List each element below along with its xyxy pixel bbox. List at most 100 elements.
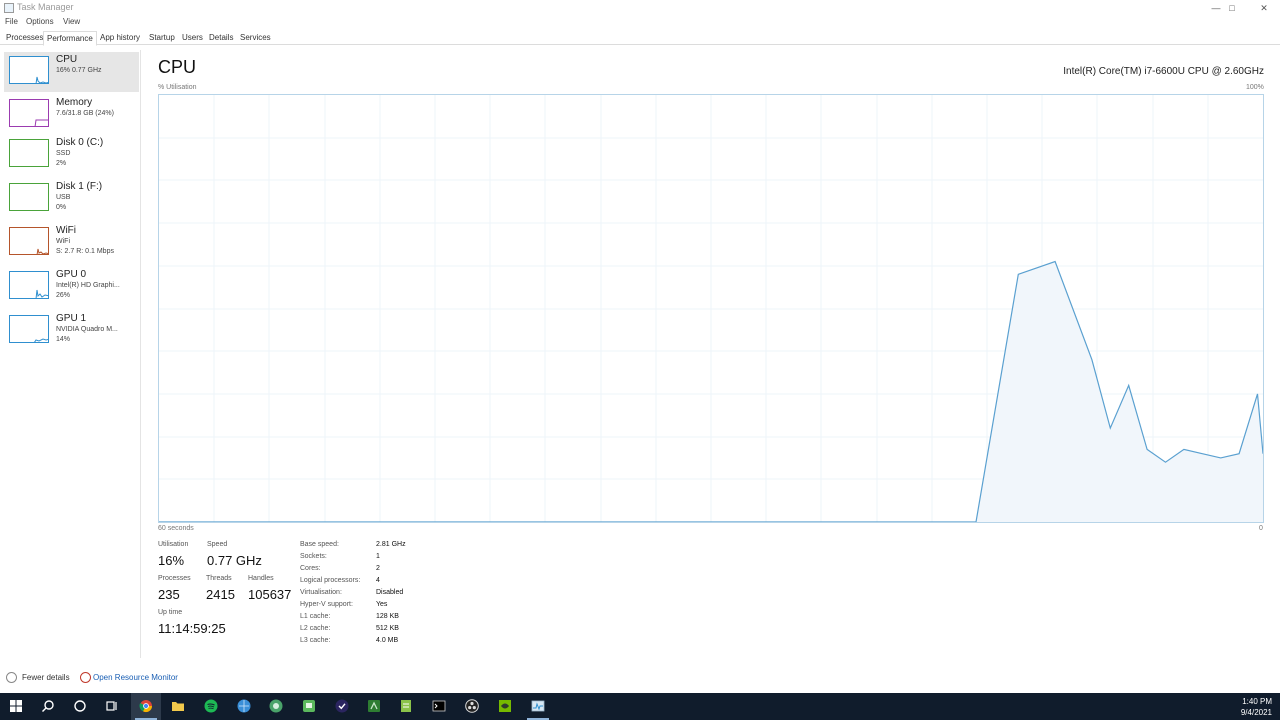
cortana-icon[interactable] <box>73 699 87 713</box>
sidebar-item-detail: SSD <box>56 150 71 157</box>
sidebar-item-detail: 7.6/31.8 GB (24%) <box>56 110 114 117</box>
sidebar-item-label: Disk 1 (F:) <box>56 181 103 192</box>
detail-key: Logical processors: <box>300 577 361 584</box>
app-purple-icon[interactable] <box>335 699 349 713</box>
utilisation-value: 16% <box>158 553 185 568</box>
performance-sidebar: CPU 16% 0.77 GHz Memory 7.6/31.8 GB (24%… <box>0 50 141 658</box>
network-icon[interactable] <box>269 699 283 713</box>
app-green2-icon[interactable] <box>367 699 381 713</box>
page-title: CPU <box>158 57 197 77</box>
maximize-button[interactable]: □ <box>1216 0 1248 16</box>
detail-value: Disabled <box>376 589 404 596</box>
menu-file[interactable]: File <box>5 17 18 26</box>
handles-label: Handles <box>248 575 274 582</box>
sidebar-item-label: CPU <box>56 54 78 65</box>
terminal-icon[interactable] <box>432 699 446 713</box>
tab-performance[interactable]: Performance <box>43 31 97 46</box>
window-title: Task Manager <box>17 2 74 12</box>
sidebar-item-detail: USB <box>56 194 71 201</box>
detail-value: 512 KB <box>376 625 399 632</box>
uptime-value: 11:14:59:25 <box>158 621 226 636</box>
sidebar-item-detail: 16% 0.77 GHz <box>56 67 102 74</box>
clock-date: 9/4/2021 <box>1240 708 1272 717</box>
app-green-icon[interactable] <box>302 699 316 713</box>
wifi-thumbnail-graph <box>9 227 49 255</box>
detail-key: Cores: <box>300 565 321 572</box>
open-resource-monitor-link[interactable]: Open Resource Monitor <box>93 673 178 682</box>
graph-x-min-label: 0 <box>1259 525 1263 532</box>
sidebar-item-label: Memory <box>56 97 93 108</box>
processes-label: Processes <box>158 575 191 582</box>
sidebar-item-disk-1[interactable]: Disk 1 (F:) USB 0% <box>4 179 139 219</box>
tab-processes[interactable]: Processes <box>3 31 46 45</box>
threads-label: Threads <box>206 575 232 582</box>
sidebar-item-detail: 2% <box>56 160 67 167</box>
detail-value: 4 <box>376 577 380 584</box>
tab-app-history[interactable]: App history <box>97 31 143 45</box>
tab-startup[interactable]: Startup <box>146 31 178 45</box>
cpu-model-name: Intel(R) Core(TM) i7-6600U CPU @ 2.60GHz <box>1063 66 1264 77</box>
spotify-icon[interactable] <box>204 699 218 713</box>
sidebar-item-label: WiFi <box>56 225 76 236</box>
system-clock[interactable]: 1:40 PM 9/4/2021 <box>1241 696 1272 718</box>
chrome-icon[interactable] <box>139 699 153 713</box>
sidebar-item-label: GPU 1 <box>56 313 87 324</box>
speed-value: 0.77 GHz <box>207 553 262 568</box>
menu-view[interactable]: View <box>63 17 80 26</box>
graph-x-axis-label: 60 seconds <box>158 525 194 532</box>
utilisation-label: Utilisation <box>158 541 189 548</box>
detail-value: 2 <box>376 565 380 572</box>
sidebar-item-memory[interactable]: Memory 7.6/31.8 GB (24%) <box>4 95 139 135</box>
detail-value: Yes <box>376 601 388 608</box>
close-button[interactable]: ✕ <box>1248 0 1280 16</box>
detail-value: 2.81 GHz <box>376 541 406 548</box>
gpu-0-thumbnail-graph <box>9 271 49 299</box>
clock-time: 1:40 PM <box>1242 697 1272 706</box>
resource-monitor-icon[interactable] <box>80 672 91 683</box>
detail-key: L1 cache: <box>300 613 331 620</box>
sidebar-item-cpu[interactable]: CPU 16% 0.77 GHz <box>4 52 139 92</box>
memory-thumbnail-graph <box>9 99 49 127</box>
tab-services[interactable]: Services <box>237 31 274 45</box>
browser-icon[interactable] <box>237 699 251 713</box>
tab-details[interactable]: Details <box>206 31 236 45</box>
sidebar-item-detail: Intel(R) HD Graphi... <box>56 282 120 289</box>
disk-1-thumbnail-graph <box>9 183 49 211</box>
threads-value: 2415 <box>206 587 235 602</box>
task-view-icon[interactable] <box>105 699 119 713</box>
tab-users[interactable]: Users <box>179 31 206 45</box>
sidebar-item-wifi[interactable]: WiFi WiFi S: 2.7 R: 0.1 Mbps <box>4 223 139 263</box>
chevron-up-icon[interactable] <box>6 672 17 683</box>
title-bar: Task Manager — □ ✕ <box>0 0 1280 16</box>
sidebar-item-disk-0[interactable]: Disk 0 (C:) SSD 2% <box>4 135 139 175</box>
cpu-graph-svg <box>159 95 1264 523</box>
file-explorer-icon[interactable] <box>171 699 185 713</box>
detail-key: Base speed: <box>300 541 339 548</box>
sidebar-item-gpu-0[interactable]: GPU 0 Intel(R) HD Graphi... 26% <box>4 267 139 307</box>
menu-options[interactable]: Options <box>26 17 54 26</box>
start-icon[interactable] <box>9 699 23 713</box>
nvidia-icon[interactable] <box>498 699 512 713</box>
handles-value: 105637 <box>248 587 292 602</box>
task-manager-app-icon <box>4 3 14 13</box>
notepad-icon[interactable] <box>399 699 413 713</box>
detail-value: 4.0 MB <box>376 637 399 644</box>
detail-value: 128 KB <box>376 613 399 620</box>
cpu-utilisation-graph <box>158 94 1264 523</box>
sidebar-item-detail: 26% <box>56 292 71 299</box>
graph-y-max-label: 100% <box>1246 84 1264 91</box>
sidebar-item-detail: S: 2.7 R: 0.1 Mbps <box>56 248 114 255</box>
fewer-details-link[interactable]: Fewer details <box>22 673 70 682</box>
detail-key: Virtualisation: <box>300 589 342 596</box>
processes-value: 235 <box>158 587 180 602</box>
search-icon[interactable] <box>41 699 55 713</box>
detail-value: 1 <box>376 553 380 560</box>
uptime-label: Up time <box>158 609 183 616</box>
sidebar-item-detail: NVIDIA Quadro M... <box>56 326 118 333</box>
sidebar-item-detail: 14% <box>56 336 71 343</box>
sidebar-item-detail: 0% <box>56 204 67 211</box>
sidebar-item-gpu-1[interactable]: GPU 1 NVIDIA Quadro M... 14% <box>4 311 139 351</box>
task-manager-icon[interactable] <box>531 699 545 713</box>
obs-icon[interactable] <box>465 699 479 713</box>
detail-key: L2 cache: <box>300 625 331 632</box>
